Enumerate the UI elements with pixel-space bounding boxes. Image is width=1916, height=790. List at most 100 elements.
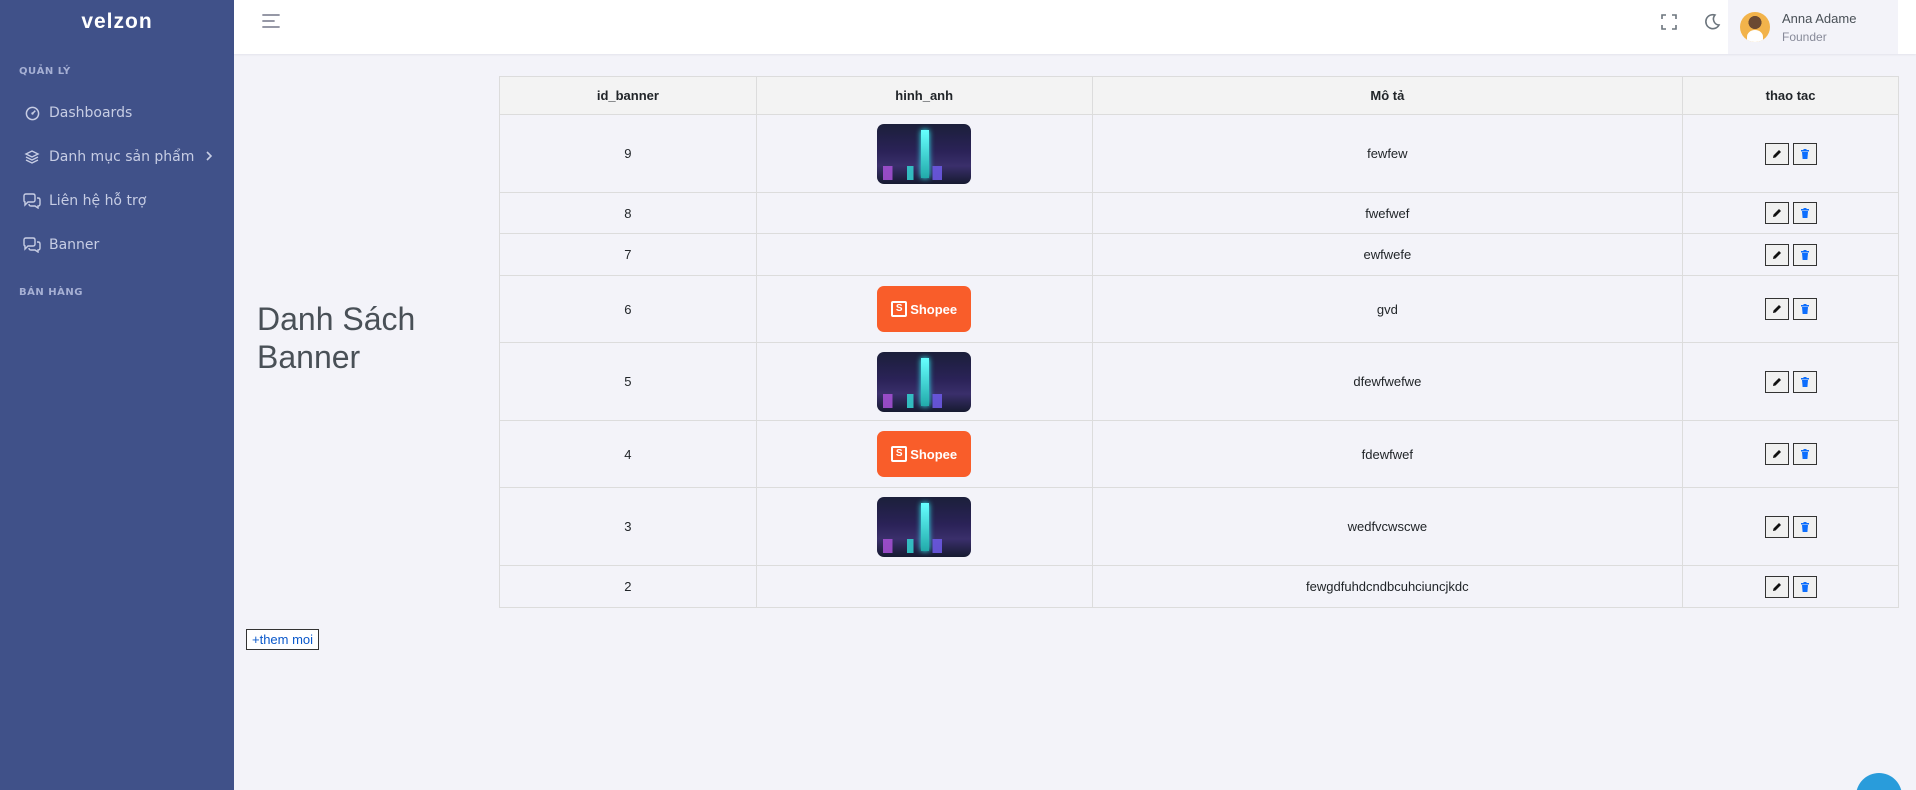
edit-button[interactable] (1764, 298, 1789, 320)
delete-button[interactable] (1792, 202, 1817, 224)
sidebar-item-dashboards[interactable]: Dashboards (0, 91, 234, 135)
shopee-logo-text: Shopee (910, 446, 958, 462)
delete-button[interactable] (1792, 370, 1817, 393)
sidebar-item-support[interactable]: Liên hệ hỗ trợ (0, 179, 234, 223)
cell-id: 4 (499, 420, 757, 488)
cell-actions (1682, 565, 1899, 608)
cell-description: gvd (1091, 275, 1684, 343)
pencil-icon (1772, 377, 1781, 386)
banner-thumbnail-city (877, 351, 972, 412)
dark-mode-icon[interactable] (1701, 11, 1723, 33)
table-body: 9 fewfew 8 fwefwef 7 ewfwefe 6 S Shopee gvd 5 dfewf… (499, 114, 1899, 608)
row-actions (1764, 370, 1817, 393)
cell-image: S Shopee (755, 275, 1093, 343)
trash-icon (1800, 521, 1809, 532)
cell-id: 9 (499, 114, 757, 193)
pencil-icon (1772, 149, 1781, 158)
sidebar-item-categories[interactable]: Danh mục sản phẩm (0, 135, 234, 179)
delete-button[interactable] (1792, 515, 1817, 538)
row-actions (1764, 298, 1817, 320)
sidebar-item-label: Dashboards (49, 105, 133, 121)
chat-icon (22, 235, 42, 255)
edit-button[interactable] (1764, 202, 1789, 224)
cell-image: S Shopee (755, 420, 1093, 488)
banner-thumbnail-shopee: S Shopee (877, 286, 972, 332)
user-role: Founder (1782, 29, 1827, 44)
trash-icon (1800, 208, 1809, 218)
cell-description: dfewfwefwe (1091, 342, 1684, 421)
topbar: Anna Adame Founder (234, 0, 1916, 54)
delete-button[interactable] (1792, 575, 1817, 598)
row-actions (1764, 142, 1817, 165)
avatar (1740, 12, 1770, 42)
cell-description: wedfvcwscwe (1091, 487, 1684, 566)
user-menu[interactable]: Anna Adame Founder (1728, 0, 1898, 54)
sidebar: velzon QUẢN LÝ Dashboards Danh mục sản p… (0, 0, 234, 790)
delete-button[interactable] (1792, 443, 1817, 465)
trash-icon (1800, 449, 1809, 459)
cell-id: 8 (499, 192, 757, 234)
column-header-actions: thao tac (1682, 76, 1899, 115)
cell-image (755, 487, 1093, 566)
cell-image (755, 114, 1093, 193)
row-actions (1764, 443, 1817, 465)
cell-actions (1682, 275, 1899, 343)
table-row: 5 dfewfwefwe (499, 342, 1899, 421)
column-header-image: hinh_anh (755, 76, 1093, 115)
cell-actions (1682, 114, 1899, 193)
banner-thumbnail-city (877, 496, 972, 557)
cell-image (755, 342, 1093, 421)
add-banner-button[interactable]: +them moi (246, 629, 320, 650)
delete-button[interactable] (1792, 298, 1817, 320)
sidebar-item-label: Danh mục sản phẩm (49, 149, 195, 165)
sidebar-item-banner[interactable]: Banner (0, 223, 234, 267)
trash-icon (1800, 148, 1809, 159)
chat-icon (22, 191, 42, 211)
shopee-logo-text: Shopee (910, 301, 958, 317)
cell-image (755, 192, 1093, 234)
cell-id: 3 (499, 487, 757, 566)
trash-icon (1800, 249, 1809, 260)
delete-button[interactable] (1792, 142, 1817, 165)
row-actions (1764, 202, 1817, 224)
row-actions (1764, 515, 1817, 538)
chevron-right-icon (204, 149, 214, 167)
banner-thumbnail-shopee: S Shopee (877, 431, 972, 477)
table-row: 2 fewgdfuhdcndbcuhciuncjkdc (499, 565, 1899, 608)
cell-id: 7 (499, 233, 757, 276)
edit-button[interactable] (1764, 515, 1789, 538)
sidebar-item-label: Liên hệ hỗ trợ (49, 193, 147, 209)
edit-button[interactable] (1764, 370, 1789, 393)
settings-fab-button[interactable] (1856, 773, 1902, 790)
trash-icon (1800, 376, 1809, 387)
edit-button[interactable] (1764, 243, 1789, 266)
cell-description: fdewfwef (1091, 420, 1684, 488)
page-title: Danh Sách Banner (257, 301, 416, 375)
layers-icon (22, 147, 42, 167)
trash-icon (1800, 581, 1809, 592)
table-row: 9 fewfew (499, 114, 1899, 193)
cell-id: 2 (499, 565, 757, 608)
dashboard-icon (22, 103, 42, 123)
edit-button[interactable] (1764, 443, 1789, 465)
hamburger-menu-icon[interactable] (260, 12, 282, 30)
pencil-icon (1772, 450, 1781, 458)
cell-id: 5 (499, 342, 757, 421)
menu-section-sales: BÁN HÀNG (19, 287, 83, 298)
edit-button[interactable] (1764, 575, 1789, 598)
cell-description: fewgdfuhdcndbcuhciuncjkdc (1091, 565, 1684, 608)
cell-id: 6 (499, 275, 757, 343)
cell-actions (1682, 342, 1899, 421)
cell-actions (1682, 192, 1899, 234)
edit-button[interactable] (1764, 142, 1789, 165)
row-actions (1764, 575, 1817, 598)
table-row: 3 wedfvcwscwe (499, 487, 1899, 566)
delete-button[interactable] (1792, 243, 1817, 266)
table-row: 7 ewfwefe (499, 233, 1899, 276)
fullscreen-icon[interactable] (1658, 11, 1680, 33)
app-logo[interactable]: velzon (0, 0, 234, 44)
cell-description: fewfew (1091, 114, 1684, 193)
user-name: Anna Adame (1782, 10, 1857, 26)
shopee-bag-icon: S (891, 446, 908, 462)
column-header-description: Mô tả (1091, 76, 1684, 115)
